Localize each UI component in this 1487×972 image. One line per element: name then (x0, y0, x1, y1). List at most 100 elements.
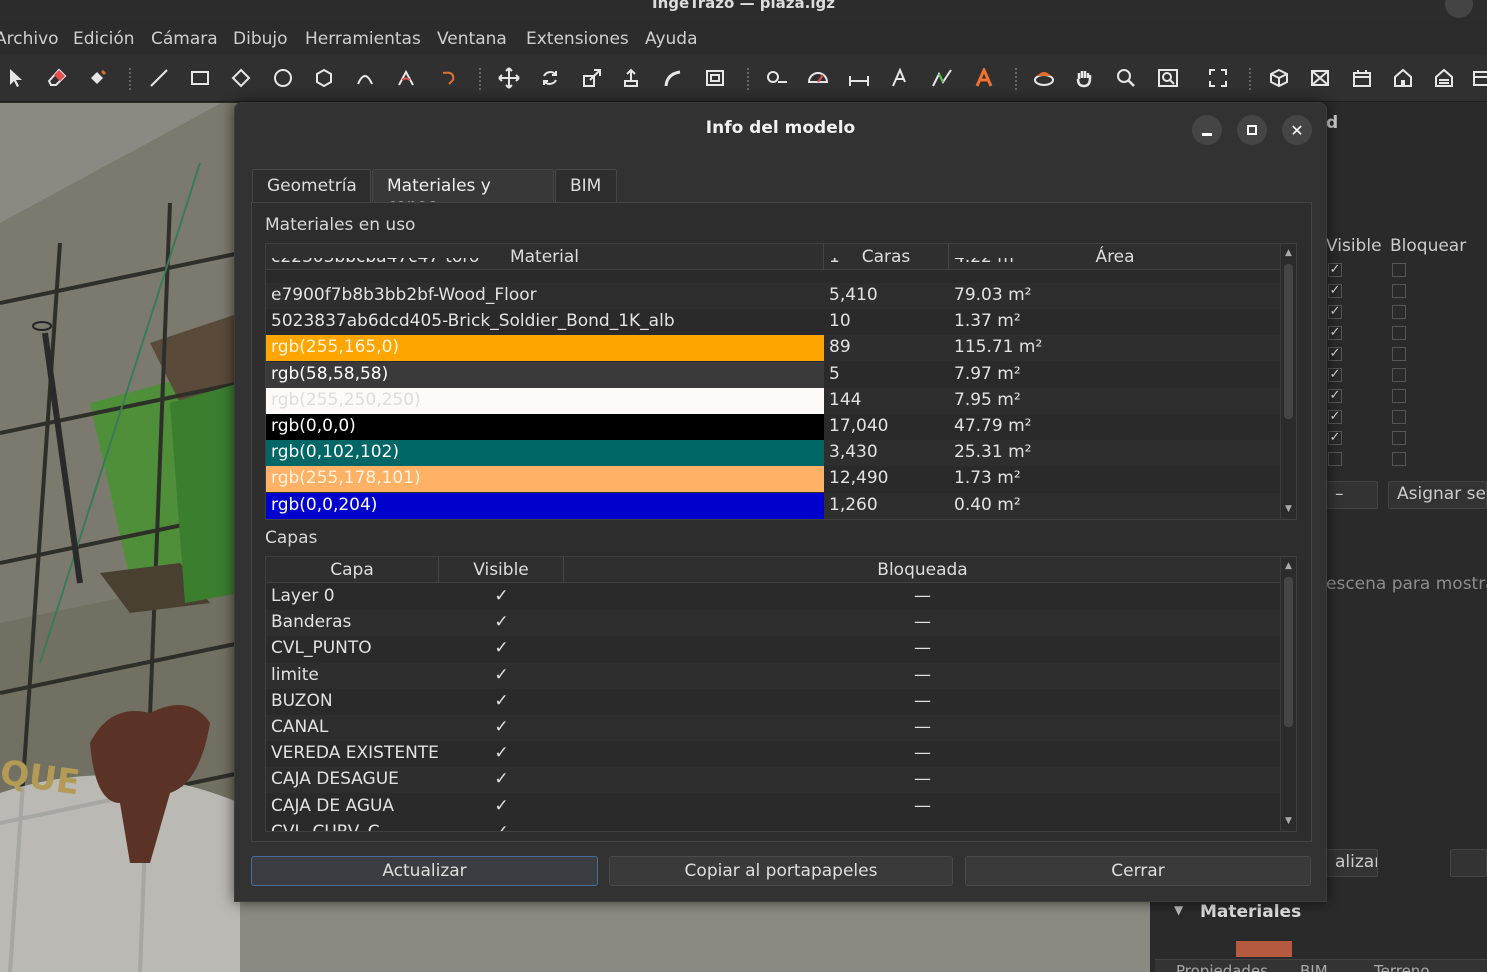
table-row[interactable]: BUZON ✓ — (266, 689, 1281, 715)
visible-checkbox[interactable]: ✓ (1328, 410, 1342, 424)
lock-checkbox[interactable] (1392, 284, 1406, 298)
lock-checkbox[interactable] (1392, 347, 1406, 361)
menu-archivo[interactable]: Archivo (0, 29, 59, 49)
visible-checkbox[interactable]: ✓ (1328, 431, 1342, 445)
table-row[interactable]: Layer 0 ✓ — (266, 584, 1281, 610)
assign-selection-button[interactable]: Asignar sel (1388, 481, 1487, 509)
visible-checkbox[interactable] (1328, 452, 1342, 466)
layers-table[interactable]: Capa Visible Bloqueada Layer 0 ✓ — Banderas… (265, 556, 1297, 832)
paint-bucket-icon[interactable] (85, 66, 109, 90)
window-minimize-button[interactable] (1445, 0, 1473, 18)
table-row[interactable]: limite ✓ — (266, 662, 1281, 689)
protractor-icon[interactable] (806, 66, 830, 90)
move-icon[interactable] (497, 66, 521, 90)
tab-materiales-y-capas[interactable]: Materiales y capas (372, 169, 554, 216)
material-swatch[interactable] (1236, 941, 1292, 957)
table-row[interactable]: 5023837ab6dcd405-Brick_Soldier_Bond_1K_a… (266, 309, 1281, 335)
visible-checkbox[interactable]: ✓ (1328, 284, 1342, 298)
tab-bim-panel[interactable]: BIM (1300, 962, 1328, 972)
visible-checkbox[interactable]: ✓ (1328, 263, 1342, 277)
materials-section-header[interactable]: Materiales (1200, 902, 1301, 922)
visible-checkbox[interactable]: ✓ (1328, 326, 1342, 340)
table-row[interactable]: VEREDA EXISTENTE ✓ — (266, 741, 1281, 767)
tape-measure-icon[interactable] (765, 66, 789, 90)
materials-table[interactable]: Material Caras Área c22303bbcba47c47-tor… (265, 243, 1297, 520)
table-row[interactable]: rgb(0,102,102) 3,430 25.31 m² (266, 440, 1281, 467)
zoom-icon[interactable] (1114, 66, 1138, 90)
table-row[interactable]: CAJA DE AGUA ✓ — (266, 794, 1281, 820)
zoom-extents-icon[interactable] (1206, 66, 1230, 90)
tab-propiedades[interactable]: Propiedades (1176, 962, 1268, 972)
table-row[interactable]: CANAL ✓ — (266, 715, 1281, 741)
table-row[interactable]: rgb(255,250,250) 144 7.95 m² (266, 387, 1281, 414)
front-view-icon[interactable] (1308, 66, 1332, 90)
layers-scrollbar[interactable]: ▲ ▼ (1280, 557, 1296, 831)
scale-icon[interactable] (580, 66, 604, 90)
lock-checkbox[interactable] (1392, 410, 1406, 424)
lock-checkbox[interactable] (1392, 389, 1406, 403)
dialog-minimize-button[interactable] (1192, 115, 1222, 145)
offset-icon[interactable] (661, 66, 685, 90)
scroll-thumb[interactable] (1284, 577, 1293, 727)
menu-ayuda[interactable]: Ayuda (645, 29, 698, 49)
table-row[interactable]: rgb(0,0,204) 1,260 0.40 m² (266, 492, 1281, 519)
copy-to-clipboard-button[interactable]: Copiar al portapapeles (609, 856, 953, 886)
scroll-down-icon[interactable]: ▼ (1284, 505, 1293, 514)
table-row[interactable]: rgb(58,58,58) 5 7.97 m² (266, 361, 1281, 388)
visible-checkbox[interactable]: ✓ (1328, 389, 1342, 403)
walk-icon[interactable] (1032, 66, 1056, 90)
col-bloqueada[interactable]: Bloqueada (564, 557, 1281, 583)
table-row[interactable]: c22303bbcba47c47-toro 1 4.22 m² (266, 258, 1281, 271)
table-row[interactable]: rgb(255,178,101) 12,490 1.73 m² (266, 466, 1281, 493)
refresh-button[interactable]: Actualizar (251, 856, 598, 886)
visible-checkbox[interactable]: ✓ (1328, 347, 1342, 361)
close-button[interactable]: Cerrar (965, 856, 1311, 886)
menu-camara[interactable]: Cámara (151, 29, 218, 49)
table-row[interactable]: Banderas ✓ — (266, 610, 1281, 637)
table-row[interactable]: e7900f7b8b3bb2bf-Wood_Floor 5,410 79.03 m² (266, 283, 1281, 309)
rotated-rectangle-icon[interactable] (229, 66, 253, 90)
text-icon[interactable] (888, 66, 912, 90)
pie-icon[interactable] (394, 66, 418, 90)
col-capa[interactable]: Capa (266, 557, 439, 583)
select-arrow-icon[interactable] (4, 66, 28, 90)
iso-view-icon[interactable] (1267, 66, 1291, 90)
axes-icon[interactable] (930, 66, 954, 90)
3d-text-icon[interactable] (972, 66, 996, 90)
tab-bim[interactable]: BIM (555, 169, 617, 203)
extrude-icon[interactable] (703, 66, 727, 90)
scroll-down-icon[interactable]: ▼ (1284, 817, 1293, 826)
lock-checkbox[interactable] (1392, 326, 1406, 340)
table-row[interactable]: rgb(0,0,0) 17,040 47.79 m² (266, 414, 1281, 440)
panel-field[interactable]: – (1326, 481, 1378, 509)
menu-herramientas[interactable]: Herramientas (305, 29, 421, 49)
eraser-icon[interactable] (45, 66, 69, 90)
arc-icon[interactable] (353, 66, 377, 90)
back-view-icon[interactable] (1432, 66, 1456, 90)
dialog-maximize-button[interactable] (1237, 115, 1267, 145)
table-row[interactable]: CAJA DESAGUE ✓ — (266, 767, 1281, 794)
scroll-thumb[interactable] (1284, 264, 1293, 419)
lock-checkbox[interactable] (1392, 305, 1406, 319)
menu-edicion[interactable]: Edición (73, 29, 135, 49)
zoom-window-icon[interactable] (1156, 66, 1180, 90)
table-row[interactable]: CVL_PUNTO ✓ — (266, 636, 1281, 662)
materials-scrollbar[interactable]: ▲ ▼ (1280, 244, 1296, 519)
menu-extensiones[interactable]: Extensiones (526, 29, 629, 49)
collapse-arrow-icon[interactable]: ▼ (1174, 903, 1183, 917)
dialog-close-button[interactable]: ✕ (1282, 115, 1312, 145)
circle-icon[interactable] (271, 66, 295, 90)
table-row[interactable]: CVL_CURV_C ✓ (266, 820, 1281, 831)
col-visible[interactable]: Visible (439, 557, 564, 583)
polygon-icon[interactable] (312, 66, 336, 90)
left-view-icon[interactable] (1470, 66, 1487, 90)
visible-checkbox[interactable]: ✓ (1328, 368, 1342, 382)
top-view-icon[interactable] (1350, 66, 1374, 90)
lock-checkbox[interactable] (1392, 452, 1406, 466)
tab-geometria[interactable]: Geometría (252, 169, 371, 203)
lock-checkbox[interactable] (1392, 263, 1406, 277)
panel-extra-button[interactable] (1450, 849, 1487, 877)
rotate-icon[interactable] (538, 66, 562, 90)
scroll-up-icon[interactable]: ▲ (1284, 249, 1293, 258)
visible-checkbox[interactable]: ✓ (1328, 305, 1342, 319)
